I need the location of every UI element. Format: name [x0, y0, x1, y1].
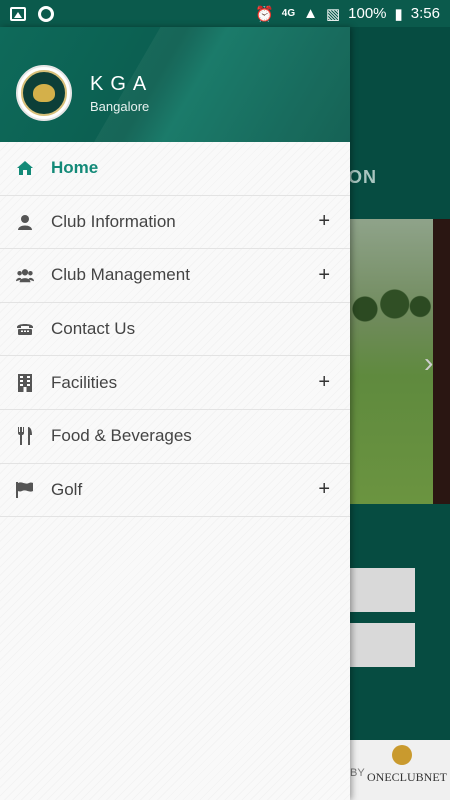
alarm-icon: ⏰ [255, 5, 274, 23]
user-icon [16, 213, 34, 231]
background-button-2[interactable] [348, 623, 415, 667]
club-name: KGA [90, 73, 154, 95]
cutlery-icon [16, 427, 34, 446]
home-icon [16, 159, 34, 177]
clock: 3:56 [410, 5, 440, 22]
menu-item-label: Food & Beverages [51, 426, 192, 446]
footer-by-text: BY [350, 767, 365, 779]
battery-percent: 100% [348, 5, 387, 22]
no-sim-icon: ▧ [325, 5, 341, 23]
drawer-header: KGA Bangalore [0, 27, 350, 142]
expand-plus-icon[interactable]: + [318, 371, 330, 394]
menu-item-club-management[interactable]: Club Management + [0, 249, 350, 303]
golf-course-image [348, 279, 433, 329]
menu-item-label: Golf [51, 479, 83, 499]
menu-item-label: Facilities [51, 372, 118, 392]
menu-item-label: Contact Us [51, 319, 136, 339]
menu-item-label: Home [51, 158, 99, 178]
expand-plus-icon[interactable]: + [318, 478, 330, 501]
battery-icon: ▮ [394, 5, 403, 23]
background-header-text: ON [348, 167, 377, 187]
footer-banner: BY ONECLUBNET [348, 740, 450, 800]
photo-notification-icon [10, 6, 26, 21]
footer-brand-text: ONECLUBNET [367, 770, 447, 784]
menu-item-food-beverages[interactable]: Food & Beverages [0, 410, 350, 464]
menu-item-label: Club Information [51, 211, 176, 231]
next-slide-image [433, 219, 450, 504]
chevron-right-icon[interactable]: › [424, 347, 433, 379]
group-icon [16, 266, 34, 284]
expand-plus-icon[interactable]: + [318, 264, 330, 287]
building-icon [16, 373, 34, 392]
network-type: 4G [281, 8, 296, 19]
signal-icon: ▲ [303, 5, 318, 22]
phone-icon [16, 320, 34, 338]
background-button-1[interactable] [348, 568, 415, 612]
navigation-drawer: KGA Bangalore Home Club Information + Cl… [0, 27, 350, 800]
club-logo-emblem-ring [21, 70, 67, 116]
menu-item-home[interactable]: Home [0, 142, 350, 196]
image-slider[interactable] [348, 219, 450, 504]
flag-icon [16, 481, 34, 499]
drawer-menu: Home Club Information + Club Management … [0, 142, 350, 518]
club-logo [16, 65, 72, 121]
menu-item-facilities[interactable]: Facilities + [0, 356, 350, 410]
menu-item-club-information[interactable]: Club Information + [0, 196, 350, 250]
menu-item-contact-us[interactable]: Contact Us [0, 303, 350, 357]
menu-item-golf[interactable]: Golf + [0, 464, 350, 518]
circle-notification-icon [38, 5, 54, 22]
club-emblem-icon [33, 84, 55, 102]
status-bar: ⏰ 4G ▲ ▧ 100% ▮ 3:56 [0, 0, 450, 27]
oneclubnet-logo-icon [392, 745, 412, 765]
expand-plus-icon[interactable]: + [318, 210, 330, 233]
menu-item-label: Club Management [51, 265, 190, 285]
club-city: Bangalore [90, 99, 150, 114]
